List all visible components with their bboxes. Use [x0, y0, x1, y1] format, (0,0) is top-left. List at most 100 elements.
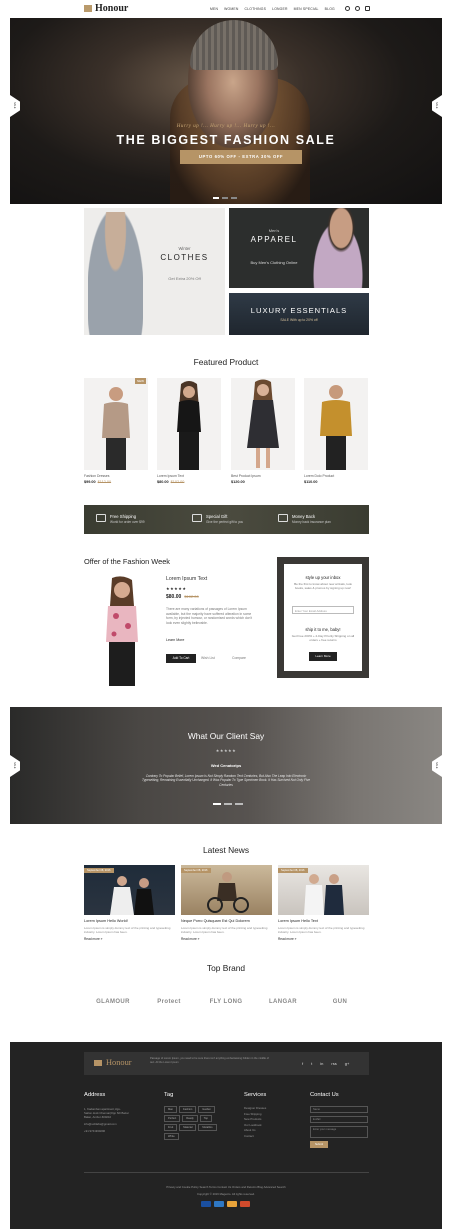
nav-item-men-special[interactable]: MEN SPECIAL — [294, 7, 319, 11]
footer-bottom-links[interactable]: Privacy and Cookie Policy Search Terms C… — [10, 1185, 442, 1189]
news-date: September 08, 2016 — [278, 868, 308, 873]
luxury-essentials-banner[interactable]: LUXURY ESSENTIALS SALE With up to 20% of… — [229, 293, 369, 335]
footer-link[interactable]: Designer Dresses — [244, 1106, 266, 1112]
product-card[interactable]: Best Product Ipsum $120.00 — [231, 378, 295, 484]
news-title-link[interactable]: Lorem Ipsum Hello World! — [84, 919, 175, 923]
news-article[interactable]: September 08, 2016 Neque Porro Quisquam … — [181, 865, 272, 941]
newsletter-email-input[interactable]: Enter Your Email Address — [292, 606, 354, 614]
slider-dot[interactable] — [213, 803, 221, 805]
offer-section-title: Offer of the Fashion Week — [84, 557, 170, 566]
nav-item-longer[interactable]: LONGER — [272, 7, 288, 11]
product-image[interactable] — [157, 378, 221, 470]
brand-logo-protect[interactable]: Protect — [145, 988, 193, 1018]
bag-icon[interactable] — [365, 6, 370, 11]
brand-logo-gun[interactable]: GUN — [316, 988, 364, 1018]
nav-item-blog[interactable]: BLOG — [325, 7, 335, 11]
user-icon[interactable] — [355, 6, 360, 11]
footer-contact-title: Contact Us — [310, 1092, 339, 1098]
tag-chip[interactable]: Metallics — [198, 1124, 217, 1131]
price-current: $99.00 — [84, 480, 96, 484]
tag-chip[interactable]: Fruit — [164, 1124, 178, 1131]
header-icons — [345, 6, 370, 11]
discover-icon — [240, 1201, 250, 1207]
sale-tab-label: SALE — [13, 102, 16, 109]
product-card[interactable]: Lorem Dolo Product $110.00 — [304, 378, 368, 484]
tag-chip[interactable]: Material — [179, 1124, 197, 1131]
read-more-link[interactable]: Read more » — [181, 937, 272, 941]
tag-chip[interactable]: Garden — [198, 1106, 215, 1113]
logo[interactable]: Honour — [95, 3, 128, 14]
news-image[interactable]: September 08, 2016 — [181, 865, 272, 915]
brand-logo-langar[interactable]: LANGAR — [259, 988, 307, 1018]
product-card[interactable]: NEW Fashion Dresses $99.00 $112.00 — [84, 378, 148, 484]
tag-chip[interactable]: Top — [199, 1115, 212, 1122]
news-title-link[interactable]: Lorem Ipsum Hello Text — [278, 919, 369, 923]
facebook-icon[interactable]: f — [302, 1061, 303, 1066]
news-title-link[interactable]: Neque Porro Quisquam Est Qui Dolorem — [181, 919, 272, 923]
rss-icon[interactable]: rss — [331, 1061, 336, 1066]
news-article[interactable]: September 08, 2016 Lorem Ipsum Hello Tex… — [278, 865, 369, 941]
mens-apparel-banner[interactable]: Men's APPAREL Buy Men's Clothing Online — [229, 208, 369, 288]
read-more-link[interactable]: Read more » — [278, 937, 369, 941]
news-image[interactable]: September 08, 2016 — [278, 865, 369, 915]
tag-chip[interactable]: Ready — [182, 1115, 198, 1122]
footer-logo[interactable]: Honour — [106, 1058, 132, 1067]
tag-chip[interactable]: Perfect — [164, 1115, 181, 1122]
footer-link[interactable]: Contact — [244, 1134, 266, 1140]
learn-more-link[interactable]: Learn More — [166, 638, 184, 642]
footer-email[interactable]: info@softlabs@gmail.com — [84, 1122, 146, 1126]
search-icon[interactable] — [345, 6, 350, 11]
contact-message-field[interactable]: Enter your message — [310, 1126, 368, 1138]
product-image[interactable]: NEW — [84, 378, 148, 470]
news-article[interactable]: September 08, 2016 Lorem Ipsum Hello Wor… — [84, 865, 175, 941]
contact-submit-button[interactable]: Submit — [310, 1141, 328, 1148]
read-more-link[interactable]: Read more » — [84, 937, 175, 941]
tag-chip[interactable]: Man — [164, 1106, 178, 1113]
price-current: $80.00 — [157, 480, 169, 484]
slider-dot[interactable] — [231, 197, 237, 199]
twitter-icon[interactable]: t — [311, 1061, 312, 1066]
testimonial-title: What Our Client Say — [187, 731, 265, 741]
nav-item-clothings[interactable]: CLOTHINGS — [245, 7, 267, 11]
tag-chip[interactable]: Fashion — [179, 1106, 197, 1113]
sale-tab-label: SALE — [13, 762, 16, 769]
offer-product-image[interactable] — [84, 576, 159, 686]
slider-dot[interactable] — [235, 803, 243, 805]
product-name[interactable]: Best Product Ipsum — [231, 474, 295, 478]
wishlist-button[interactable]: Wish List — [201, 656, 215, 660]
service-subtitle: Money back insurance plan — [292, 520, 331, 524]
nav-item-men[interactable]: MEN — [210, 7, 218, 11]
product-image[interactable] — [304, 378, 368, 470]
winter-clothes-banner[interactable]: Winter CLOTHES Get Extra 20% Off — [84, 208, 225, 335]
contact-email-field[interactable]: E-Mail — [310, 1116, 368, 1123]
footer-phone: +91 9741930296 — [84, 1129, 106, 1133]
hero-cta-button[interactable]: UPTO 60% OFF - EXTRA 30% OFF — [180, 150, 302, 164]
nav-item-women[interactable]: WOMEN — [224, 7, 238, 11]
brand-logo-glamour[interactable]: GLAMOUR — [89, 988, 137, 1018]
product-name[interactable]: Lorem Dolo Product — [304, 474, 368, 478]
product-model-image — [102, 387, 130, 470]
tag-chip[interactable]: White — [164, 1133, 179, 1140]
offer-product-name[interactable]: Lorem Ipsum Text — [166, 576, 207, 582]
slider-dot[interactable] — [222, 197, 228, 199]
google-plus-icon[interactable]: g+ — [345, 1061, 350, 1066]
slider-dot[interactable] — [224, 803, 232, 805]
product-card[interactable]: Lorem Ipsum Text $80.00 $102.00 — [157, 378, 221, 484]
offer-description: There are many variations of passages of… — [166, 607, 253, 625]
site-header: Honour MEN WOMEN CLOTHINGS LONGER MEN SP… — [0, 0, 452, 18]
product-name[interactable]: Lorem Ipsum Text — [157, 474, 221, 478]
add-to-cart-button[interactable]: Add To Cart — [166, 654, 196, 663]
hero-slider[interactable]: Hurry up !... Hurry up !... Hurry up !..… — [10, 18, 442, 204]
contact-name-field[interactable]: Name — [310, 1106, 368, 1113]
slider-dot[interactable] — [213, 197, 219, 199]
truck-icon — [96, 514, 106, 522]
news-image[interactable]: September 08, 2016 — [84, 865, 175, 915]
newsletter-learn-more-button[interactable]: Learn More — [309, 652, 337, 661]
brand-logo-flylong[interactable]: FLY LONG — [202, 988, 250, 1018]
newsletter-panel: style up your inbox Be the first to know… — [284, 564, 362, 671]
main-nav: MEN WOMEN CLOTHINGS LONGER MEN SPECIAL B… — [210, 7, 335, 11]
product-image[interactable] — [231, 378, 295, 470]
product-name[interactable]: Fashion Dresses — [84, 474, 148, 478]
compare-button[interactable]: Compare — [232, 656, 246, 660]
linkedin-icon[interactable]: in — [320, 1061, 323, 1066]
